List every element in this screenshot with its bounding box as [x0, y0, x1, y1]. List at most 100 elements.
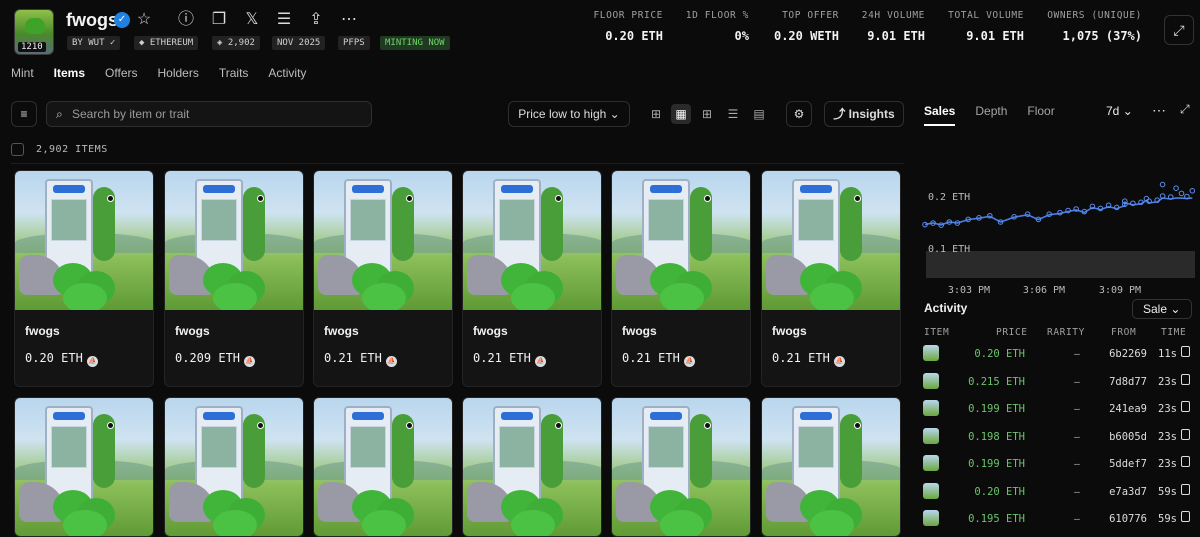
- sale-price: 0.215 ETH: [968, 375, 1025, 388]
- settings-icon[interactable]: ⚙: [786, 101, 812, 127]
- nft-card[interactable]: fwogs 0.21 ETH ⛵: [611, 170, 751, 387]
- tab-floor[interactable]: Floor: [1027, 104, 1054, 126]
- machine-logo: [352, 185, 384, 193]
- volume-band: [926, 251, 1195, 278]
- from-address[interactable]: 610776: [1109, 513, 1147, 525]
- time-ago: 23s: [1158, 430, 1177, 443]
- activity-row[interactable]: 0.215 ETH – 7d8d77 23s: [920, 371, 1195, 393]
- pill-minting-now[interactable]: MINTING NOW: [380, 36, 450, 50]
- nft-price-value: 0.21 ETH: [473, 351, 531, 365]
- grid-medium-icon[interactable]: ▦: [671, 104, 691, 124]
- nft-card[interactable]: fwogs 0.21 ETH ⛵: [761, 170, 901, 387]
- nft-card[interactable]: [761, 397, 901, 537]
- pill-supply: ◈ 2,902: [212, 36, 260, 50]
- machine-glass: [798, 426, 834, 468]
- bag-icon: [1181, 483, 1190, 495]
- collection-avatar[interactable]: 1210: [14, 9, 54, 55]
- machine-logo: [650, 185, 682, 193]
- grid-large-icon[interactable]: ⊞: [646, 104, 666, 124]
- activity-row[interactable]: 0.20 ETH – 6b2269 11s: [920, 343, 1195, 365]
- range-label: 7d: [1106, 104, 1120, 118]
- activity-row[interactable]: 0.195 ETH – 610776 59s: [920, 508, 1195, 530]
- info-icon[interactable]: ⓘ: [176, 10, 196, 30]
- nft-card[interactable]: [14, 397, 154, 537]
- from-address[interactable]: b6005d: [1109, 431, 1147, 443]
- machine-glass: [648, 426, 684, 468]
- pill-category[interactable]: PFPS: [338, 36, 370, 50]
- activity-filter-label: Sale: [1143, 302, 1168, 316]
- nft-price: 0.21 ETH ⛵: [324, 351, 397, 367]
- tab-offers[interactable]: Offers: [105, 66, 137, 86]
- opensea-icon: ⛵: [385, 356, 397, 367]
- grid-small-icon[interactable]: ⊞: [697, 104, 717, 124]
- activity-row[interactable]: 0.199 ETH – 5ddef7 23s: [920, 453, 1195, 475]
- stat-label: 1D FLOOR %: [685, 10, 749, 21]
- green-blob: [511, 283, 555, 310]
- tab-sales[interactable]: Sales: [924, 104, 956, 126]
- list-icon[interactable]: ☰: [723, 104, 743, 124]
- activity-row[interactable]: 0.199 ETH – 241ea9 23s: [920, 398, 1195, 420]
- machine-glass: [201, 199, 237, 241]
- sale-point[interactable]: [1189, 188, 1195, 194]
- app-root: 1210 fwogs ✓ ☆ ⓘ ❐ 𝕏 ☰ ⇪ ⋯ BY WUT ✓ ◆ ET…: [0, 0, 1200, 537]
- share-icon[interactable]: ⇪: [306, 10, 326, 30]
- nft-card[interactable]: fwogs 0.20 ETH ⛵: [14, 170, 154, 387]
- tab-depth[interactable]: Depth: [975, 104, 1007, 126]
- nft-card[interactable]: [462, 397, 602, 537]
- star-icon[interactable]: ☆: [134, 10, 154, 30]
- nft-card[interactable]: fwogs 0.21 ETH ⛵: [313, 170, 453, 387]
- machine-logo: [203, 412, 235, 420]
- copy-icon[interactable]: ❐: [209, 10, 229, 30]
- fullscreen-icon[interactable]: ⤢: [1164, 15, 1194, 45]
- nft-card[interactable]: fwogs 0.21 ETH ⛵: [462, 170, 602, 387]
- from-address[interactable]: 5ddef7: [1109, 458, 1147, 470]
- sale-point[interactable]: [1178, 190, 1185, 197]
- from-address[interactable]: 241ea9: [1109, 403, 1147, 415]
- opensea-icon: ⛵: [244, 356, 256, 367]
- more-icon[interactable]: ⋯: [1152, 102, 1166, 119]
- nft-price-value: 0.209 ETH: [175, 351, 241, 365]
- time-ago: 23s: [1158, 458, 1177, 470]
- activity-row[interactable]: 0.20 ETH – e7a3d7 59s: [920, 481, 1195, 503]
- more-icon[interactable]: ⋯: [339, 10, 359, 30]
- tab-items[interactable]: Items: [54, 66, 85, 86]
- sales-chart[interactable]: 0.2 ETH 0.1 ETH 3:03 PM 3:06 PM 3:09 PM: [920, 160, 1195, 300]
- time-ago: 59s: [1158, 485, 1177, 498]
- machine-glass: [350, 199, 386, 241]
- from-address[interactable]: 6b2269: [1109, 348, 1147, 360]
- search-box[interactable]: ⌕: [46, 101, 372, 127]
- activity-row[interactable]: 0.198 ETH – b6005d 23s: [920, 426, 1195, 448]
- y-tick-label: 0.1 ETH: [928, 244, 970, 255]
- select-all-checkbox[interactable]: [11, 143, 24, 156]
- nft-card[interactable]: fwogs 0.209 ETH ⛵: [164, 170, 304, 387]
- nft-card[interactable]: [611, 397, 751, 537]
- sale-point[interactable]: [1173, 185, 1179, 192]
- nft-image: [612, 171, 750, 310]
- bag-icon: [1181, 346, 1190, 357]
- sale-point[interactable]: [1159, 181, 1166, 188]
- search-input[interactable]: [72, 106, 362, 122]
- insights-button[interactable]: ⤴ Insights: [824, 101, 904, 127]
- y-tick-label: 0.2 ETH: [928, 192, 970, 203]
- range-dropdown[interactable]: 7d ⌄: [1106, 104, 1133, 118]
- tab-holders[interactable]: Holders: [158, 66, 199, 86]
- items-count: 2,902 ITEMS: [36, 144, 108, 155]
- tab-mint[interactable]: Mint: [11, 66, 34, 86]
- pill-creator[interactable]: BY WUT ✓: [67, 36, 121, 50]
- from-address[interactable]: 7d8d77: [1109, 376, 1147, 388]
- nft-card[interactable]: [164, 397, 304, 537]
- tab-activity[interactable]: Activity: [268, 66, 306, 86]
- table-icon[interactable]: ▤: [749, 104, 769, 124]
- x-social-icon[interactable]: 𝕏: [242, 10, 262, 30]
- activity-filter-dropdown[interactable]: Sale ⌄: [1132, 299, 1192, 319]
- tab-traits[interactable]: Traits: [219, 66, 249, 86]
- time-ago: 59s: [1158, 513, 1177, 525]
- stat-total-volume: TOTAL VOLUME 9.01 ETH: [948, 10, 1024, 43]
- from-address[interactable]: e7a3d7: [1109, 486, 1147, 498]
- expand-icon[interactable]: ⤢: [1180, 102, 1190, 117]
- stack-icon[interactable]: ☰: [274, 10, 294, 30]
- green-blob: [810, 510, 854, 536]
- sort-dropdown[interactable]: Price low to high ⌄: [508, 101, 630, 127]
- nft-card[interactable]: [313, 397, 453, 537]
- filter-icon[interactable]: ≡: [11, 101, 37, 127]
